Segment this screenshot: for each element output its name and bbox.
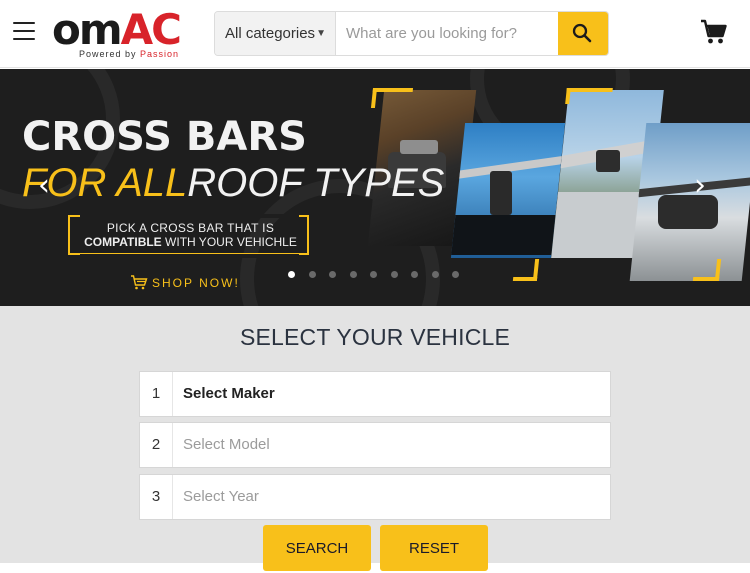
hero-callout-box: PICK A CROSS BAR THAT IS COMPATIBLE WITH… bbox=[68, 214, 309, 258]
slide-indicator bbox=[288, 265, 473, 278]
select-maker-dropdown[interactable]: 1 Select Maker bbox=[139, 371, 611, 417]
hero-title: CROSS BARS bbox=[22, 114, 307, 160]
hamburger-menu-icon[interactable] bbox=[13, 22, 35, 40]
shopping-cart-icon bbox=[131, 275, 148, 290]
slide-dot[interactable] bbox=[411, 271, 418, 278]
category-select-value: All categories bbox=[225, 25, 316, 42]
vehicle-selector: SELECT YOUR VEHICLE 1 Select Maker 2 Sel… bbox=[0, 306, 750, 563]
step-number: 2 bbox=[140, 423, 173, 467]
accent-corner bbox=[565, 88, 613, 104]
logo-wordmark: omAC bbox=[52, 5, 182, 54]
chevron-left-icon[interactable]: ‹ bbox=[38, 171, 50, 201]
select-year-label: Select Year bbox=[183, 488, 259, 505]
slide-dot[interactable] bbox=[288, 271, 295, 278]
search-input[interactable] bbox=[337, 12, 559, 55]
hero-callout-line1: PICK A CROSS BAR THAT IS bbox=[106, 221, 275, 235]
accent-corner bbox=[512, 259, 540, 281]
search-bar: All categories ▼ bbox=[214, 11, 609, 56]
selector-title: SELECT YOUR VEHICLE bbox=[239, 324, 511, 350]
omac-logo[interactable]: omAC Powered by Passion bbox=[52, 5, 202, 60]
slide-dot[interactable] bbox=[370, 271, 377, 278]
reset-button[interactable]: RESET bbox=[380, 525, 488, 571]
hero-banner[interactable]: CROSS BARS FOR ALLROOF TYPES PICK A CROS… bbox=[0, 69, 750, 306]
hero-subtitle: FOR ALLROOF TYPES bbox=[22, 161, 445, 205]
search-button[interactable] bbox=[558, 12, 608, 55]
chevron-right-icon[interactable]: › bbox=[694, 171, 706, 201]
slide-dot[interactable] bbox=[431, 271, 439, 278]
cart-icon[interactable] bbox=[700, 18, 728, 46]
step-number: 1 bbox=[140, 372, 173, 416]
logo-tagline: Powered by Passion bbox=[79, 49, 180, 59]
slide-dot[interactable] bbox=[349, 271, 357, 278]
shop-now-link[interactable]: SHOP NOW! bbox=[130, 274, 240, 290]
slide-dot[interactable] bbox=[308, 271, 316, 278]
select-year-dropdown[interactable]: 3 Select Year bbox=[139, 474, 611, 520]
select-model-label: Select Model bbox=[183, 436, 270, 453]
slide-dot[interactable] bbox=[329, 271, 336, 278]
search-icon bbox=[572, 23, 592, 43]
cross-bar-photo bbox=[629, 123, 750, 281]
hero-callout-line2: COMPATIBLE WITH YOUR VEHICHLE bbox=[84, 235, 297, 249]
accent-corner bbox=[370, 88, 414, 108]
slide-dot[interactable] bbox=[452, 271, 459, 278]
select-model-dropdown[interactable]: 2 Select Model bbox=[139, 422, 611, 468]
shop-now-label: SHOP NOW! bbox=[152, 276, 240, 290]
cross-bar-photo bbox=[450, 123, 566, 258]
chevron-down-icon: ▼ bbox=[316, 28, 326, 39]
search-vehicle-button[interactable]: SEARCH bbox=[263, 525, 371, 571]
slide-dot[interactable] bbox=[390, 271, 398, 278]
step-number: 3 bbox=[140, 475, 173, 519]
category-select[interactable]: All categories ▼ bbox=[215, 12, 336, 55]
site-header: omAC Powered by Passion All categories ▼ bbox=[0, 0, 750, 68]
accent-corner bbox=[692, 259, 722, 281]
select-maker-label: Select Maker bbox=[183, 385, 275, 402]
